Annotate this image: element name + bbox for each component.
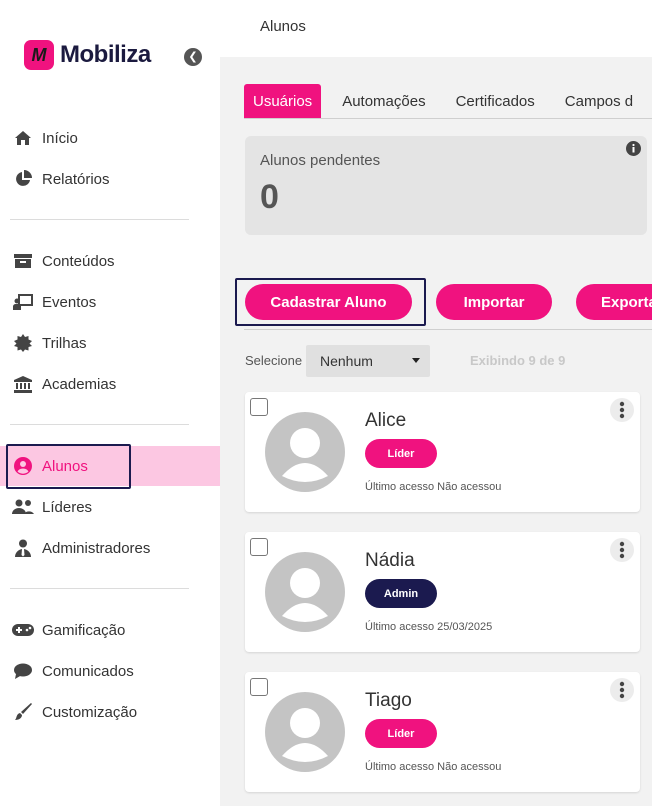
select-checkbox[interactable] bbox=[250, 398, 268, 416]
import-button[interactable]: Importar bbox=[436, 284, 552, 320]
kebab-icon bbox=[619, 681, 625, 699]
sidebar-item-gamificacao[interactable]: Gamificação bbox=[0, 610, 220, 650]
sidebar-divider bbox=[10, 424, 189, 425]
page-title: Alunos bbox=[260, 18, 306, 35]
role-badge: Líder bbox=[365, 439, 437, 468]
sidebar-item-alunos[interactable]: Alunos bbox=[0, 446, 220, 486]
tab-campos[interactable]: Campos d bbox=[556, 84, 642, 118]
tab-bar: Usuários Automações Certificados Campos … bbox=[244, 84, 652, 119]
pending-students-card: Alunos pendentes 0 bbox=[245, 136, 647, 235]
sidebar-item-trilhas[interactable]: Trilhas bbox=[0, 323, 220, 363]
student-card[interactable]: Alice Líder Último acesso Não acessou bbox=[245, 392, 640, 512]
gear-badge-icon bbox=[12, 334, 34, 352]
select-checkbox[interactable] bbox=[250, 678, 268, 696]
showing-count: Exibindo 9 de 9 bbox=[470, 353, 566, 368]
sidebar-item-administradores[interactable]: Administradores bbox=[0, 528, 220, 568]
sidebar-item-label: Líderes bbox=[42, 498, 93, 516]
brand-logo[interactable]: M Mobiliza bbox=[24, 40, 151, 70]
caret-down-icon bbox=[412, 358, 420, 363]
sidebar-item-comunicados[interactable]: Comunicados bbox=[0, 651, 220, 691]
student-name: Alice bbox=[365, 410, 407, 431]
sidebar-item-conteudos[interactable]: Conteúdos bbox=[0, 241, 220, 281]
archive-icon bbox=[12, 252, 34, 270]
sidebar: M Mobiliza ❮ Início Relatórios Conteúdos… bbox=[0, 0, 220, 806]
sidebar-item-label: Customização bbox=[42, 703, 138, 721]
sidebar-item-label: Início bbox=[42, 129, 78, 147]
sidebar-item-academias[interactable]: Academias bbox=[0, 364, 220, 404]
student-name: Nádia bbox=[365, 550, 415, 571]
selection-dropdown[interactable]: Nenhum bbox=[306, 345, 430, 377]
home-icon bbox=[12, 129, 34, 147]
brand-name: Mobiliza bbox=[60, 41, 151, 68]
role-badge: Admin bbox=[365, 579, 437, 608]
sidebar-item-label: Administradores bbox=[42, 539, 151, 557]
sidebar-item-label: Relatórios bbox=[42, 170, 110, 188]
sidebar-item-eventos[interactable]: Eventos bbox=[0, 282, 220, 322]
kebab-icon bbox=[619, 541, 625, 559]
bank-icon bbox=[12, 375, 34, 393]
kebab-icon bbox=[619, 401, 625, 419]
avatar bbox=[265, 552, 345, 632]
student-name: Tiago bbox=[365, 690, 412, 711]
more-options-button[interactable] bbox=[610, 398, 634, 422]
pending-students-value: 0 bbox=[260, 178, 279, 216]
sidebar-item-customizacao[interactable]: Customização bbox=[0, 692, 220, 732]
last-access: Último acesso Não acessou bbox=[365, 761, 502, 773]
sidebar-divider bbox=[10, 588, 189, 589]
sidebar-item-label: Comunicados bbox=[42, 662, 134, 680]
student-card[interactable]: Tiago Líder Último acesso Não acessou bbox=[245, 672, 640, 792]
main-content: Usuários Automações Certificados Campos … bbox=[220, 57, 652, 806]
select-checkbox[interactable] bbox=[250, 538, 268, 556]
sidebar-item-relatorios[interactable]: Relatórios bbox=[0, 159, 220, 199]
info-icon[interactable] bbox=[626, 141, 641, 161]
chat-bubble-icon bbox=[12, 662, 34, 680]
sidebar-item-label: Trilhas bbox=[42, 334, 87, 352]
select-label: Selecione bbox=[245, 353, 303, 368]
last-access: Último acesso 25/03/2025 bbox=[365, 621, 493, 633]
role-badge: Líder bbox=[365, 719, 437, 748]
sidebar-item-label: Alunos bbox=[42, 457, 88, 475]
collapse-sidebar-button[interactable]: ❮ bbox=[184, 48, 202, 66]
sidebar-item-label: Academias bbox=[42, 375, 117, 393]
sidebar-item-lideres[interactable]: Líderes bbox=[0, 487, 220, 527]
sidebar-divider bbox=[10, 219, 189, 220]
content-divider bbox=[244, 329, 652, 330]
export-button[interactable]: Exporta bbox=[576, 284, 652, 320]
gamepad-icon bbox=[12, 621, 34, 639]
chevron-left-icon: ❮ bbox=[188, 50, 198, 63]
last-access: Último acesso Não acessou bbox=[365, 481, 502, 493]
tab-certificados[interactable]: Certificados bbox=[447, 84, 544, 118]
pie-chart-icon bbox=[12, 170, 34, 188]
tab-usuarios[interactable]: Usuários bbox=[244, 84, 322, 118]
users-icon bbox=[12, 498, 34, 516]
pending-students-label: Alunos pendentes bbox=[260, 152, 381, 169]
user-tie-icon bbox=[12, 539, 34, 557]
presentation-icon bbox=[12, 293, 34, 311]
more-options-button[interactable] bbox=[610, 678, 634, 702]
paint-brush-icon bbox=[12, 703, 34, 721]
student-card[interactable]: Nádia Admin Último acesso 25/03/2025 bbox=[245, 532, 640, 652]
avatar bbox=[265, 692, 345, 772]
sidebar-item-label: Gamificação bbox=[42, 621, 126, 639]
selection-dropdown-value: Nenhum bbox=[320, 353, 373, 369]
user-circle-icon bbox=[12, 457, 34, 475]
sidebar-item-label: Conteúdos bbox=[42, 252, 115, 270]
sidebar-item-label: Eventos bbox=[42, 293, 97, 311]
more-options-button[interactable] bbox=[610, 538, 634, 562]
register-student-button[interactable]: Cadastrar Aluno bbox=[245, 284, 412, 320]
tab-automacoes[interactable]: Automações bbox=[333, 84, 434, 118]
sidebar-item-inicio[interactable]: Início bbox=[0, 118, 220, 158]
logo-mark: M bbox=[24, 40, 54, 70]
avatar bbox=[265, 412, 345, 492]
